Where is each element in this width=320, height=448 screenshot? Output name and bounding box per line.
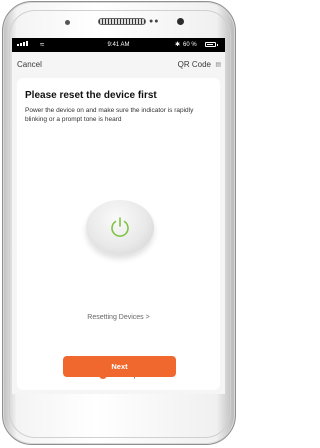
status-bar: ≈ 9:41 AM ✱ 60 %	[12, 38, 225, 52]
app-screen: ≈ 9:41 AM ✱ 60 % Cancel QR Code ▤ Please…	[12, 38, 225, 394]
phone-chin	[12, 394, 225, 430]
bluetooth-icon: ✱	[175, 42, 181, 48]
speaker-dots: ●●	[149, 18, 160, 25]
instruction-text: Power the device on and make sure the in…	[25, 107, 194, 123]
page-title: Please reset the device first	[25, 90, 157, 101]
battery-percent: 60 %	[183, 42, 197, 48]
qr-code-button[interactable]: QR Code	[178, 60, 211, 69]
next-button[interactable]: Next	[63, 356, 176, 377]
speaker-grille	[98, 18, 146, 25]
device-illustration	[86, 200, 154, 255]
battery-icon	[205, 42, 218, 47]
front-camera	[177, 18, 184, 25]
cancel-button[interactable]: Cancel	[17, 60, 42, 69]
reset-card: Please reset the device first Power the …	[17, 78, 220, 390]
power-icon	[111, 217, 129, 237]
qr-code-icon[interactable]: ▤	[215, 61, 221, 68]
sensor-dot	[65, 20, 70, 25]
nav-bar: Cancel QR Code ▤	[12, 52, 225, 72]
resetting-devices-link[interactable]: Resetting Devices >	[17, 314, 220, 321]
